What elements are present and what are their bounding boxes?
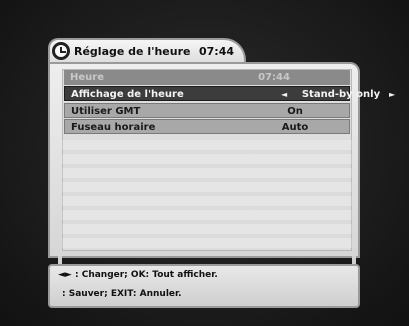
setting-label: Affichage de l'heure (71, 89, 184, 100)
clock-icon (52, 42, 70, 60)
setting-value: 07:44 (258, 72, 290, 83)
setting-row-timezone[interactable]: Fuseau horaire Auto (64, 119, 350, 134)
right-arrow-icon[interactable]: ► (389, 87, 395, 102)
setting-value: Auto (281, 122, 309, 133)
help-text-line1: ◄► : Changer; OK: Tout afficher. (58, 270, 218, 280)
setting-value: On (287, 106, 303, 117)
left-arrow-icon[interactable]: ◄ (281, 87, 287, 102)
setting-value: Stand-by only (301, 89, 381, 100)
setting-label: Fuseau horaire (71, 122, 156, 133)
setting-label: Utiliser GMT (71, 106, 141, 117)
help-text-line2: : Sauver; EXIT: Annuler. (62, 289, 182, 299)
setting-row-hour: Heure 07:44 (64, 70, 350, 85)
setting-label: Heure (70, 72, 104, 83)
page-title: Réglage de l'heure (74, 45, 191, 58)
setting-row-time-display[interactable]: Affichage de l'heure ◄ Stand-by only ► (64, 86, 395, 102)
setting-row-use-gmt[interactable]: Utiliser GMT On (64, 103, 350, 118)
background-pattern (62, 140, 352, 248)
current-time: 07:44 (199, 45, 235, 58)
